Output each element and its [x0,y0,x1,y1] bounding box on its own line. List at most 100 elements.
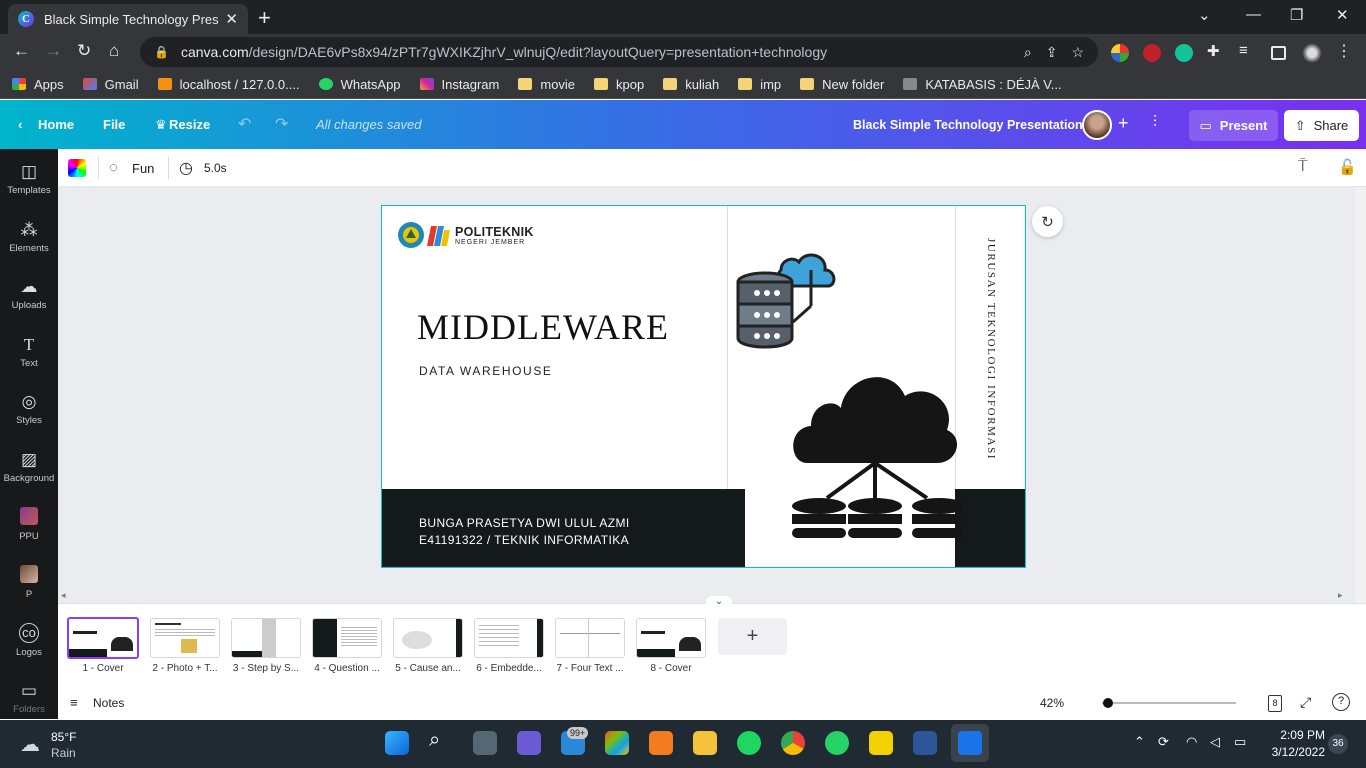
bookmark-localhost[interactable]: localhost / 127.0.0.... [157,77,300,92]
add-collaborator-button[interactable]: + [1118,113,1129,134]
rail-styles[interactable]: ◎ Styles [0,392,58,426]
animation-button[interactable]: Fun [132,161,154,176]
slide-canvas[interactable]: POLITEKNIK NEGERI JEMBER MIDDLEWARE DATA… [381,205,1026,568]
chevron-left-icon[interactable]: ‹ [18,117,22,132]
scroll-left-icon[interactable]: ◂ [61,590,66,601]
bookmark-kuliah[interactable]: kuliah [663,77,719,92]
minimize-window-icon[interactable]: — [1246,6,1261,23]
rail-uploads[interactable]: ☁ Uploads [0,277,58,311]
bookmark-movie[interactable]: movie [518,77,575,92]
rail-text[interactable]: T Text [0,335,58,369]
bookmark-star-icon[interactable]: ☆ [1071,44,1084,61]
restore-window-icon[interactable]: ❐ [1290,6,1303,24]
notification-count[interactable]: 36 [1328,734,1348,754]
search-icon[interactable]: ⌕ [429,729,453,753]
address-bar[interactable]: 🔒 canva.com/design/DAE6vPs8x94/zPTr7gWXI… [140,37,1098,67]
bookmark-katabasis[interactable]: KATABASIS : DÉJÀ V... [903,77,1062,92]
weather-temp[interactable]: 85°F [51,730,76,744]
chrome-icon[interactable] [781,731,805,755]
chrome-menu-icon[interactable]: ⋮ [1336,41,1354,60]
color-picker-icon[interactable] [68,159,86,177]
grammarly-icon[interactable] [1175,44,1193,62]
thumbnail-page-6[interactable] [474,618,544,658]
zoom-icon[interactable]: ⌕ [1024,44,1032,61]
thumbnail-page-8[interactable] [636,618,706,658]
bookmark-gmail[interactable]: Gmail [82,77,139,92]
thumbnail-page-4[interactable] [312,618,382,658]
wifi-icon[interactable]: ◠ [1186,734,1197,750]
bookmark-new-folder[interactable]: New folder [800,77,884,92]
rail-templates[interactable]: ◫ Templates [0,162,58,196]
weather-condition[interactable]: Rain [51,746,76,760]
polije-logo[interactable]: POLITEKNIK NEGERI JEMBER [397,220,534,250]
rail-folders[interactable]: ▭ Folders [0,681,58,715]
slide-title[interactable]: MIDDLEWARE [417,306,669,348]
collapse-chevron-icon[interactable]: ⌄ [706,596,732,608]
start-windows-icon[interactable] [385,731,409,755]
present-button[interactable]: ▭ Present [1189,110,1278,141]
rail-p[interactable]: P [0,565,58,600]
cloud-database-icon[interactable] [787,368,962,548]
volume-icon[interactable]: ◁ [1210,734,1220,750]
lock-element-icon[interactable]: 🔓 [1338,158,1357,176]
sync-icon[interactable]: ⟳ [1158,734,1169,750]
page-grid-button[interactable]: 8 [1268,695,1282,712]
add-page-button[interactable]: + [718,618,787,655]
resize-button[interactable]: Resize [169,117,210,132]
thumbnail-page-1[interactable] [67,617,139,659]
paint-roller-icon[interactable]: ⍑ [1298,158,1308,176]
close-tab-icon[interactable]: ✕ [225,10,238,28]
clock-time[interactable]: 2:09 PM [1265,728,1325,742]
slide-student-id[interactable]: E41191322 / TEKNIK INFORMATIKA [419,533,629,547]
clock-date[interactable]: 3/12/2022 [1265,745,1325,759]
microsoft-store-icon[interactable] [605,731,629,755]
new-tab-button[interactable]: + [258,5,271,31]
extensions-puzzle-icon[interactable]: ✚ [1207,42,1225,60]
whatsapp-desktop-icon[interactable] [825,731,849,755]
slide-author-name[interactable]: BUNGA PRASETYA DWI ULUL AZMI [419,516,630,530]
server-cloud-icon[interactable] [735,246,847,358]
user-avatar[interactable] [1082,110,1112,140]
rail-background[interactable]: ▨ Background [0,450,58,484]
notes-icon[interactable]: ≡ [70,695,78,710]
duration-button[interactable]: 5.0s [204,161,227,175]
show-hidden-icons[interactable]: ⌃ [1134,734,1145,750]
insights-chart-icon[interactable]: ⫶ [1153,114,1157,132]
teams-chat-icon[interactable] [517,731,541,755]
reload-icon[interactable]: ↻ [77,42,91,60]
zoom-slider-thumb[interactable] [1103,698,1113,708]
browser-tab[interactable]: C Black Simple Technology Presentat ✕ [8,4,248,34]
zoom-slider-track[interactable] [1102,702,1236,704]
animate-icon[interactable]: ◌ [109,159,118,176]
bookmark-apps[interactable]: Apps [12,77,64,92]
extension-1-icon[interactable] [1111,44,1129,62]
task-view-icon[interactable] [473,731,497,755]
tab-search-icon[interactable]: ⌄ [1198,6,1211,24]
document-title[interactable]: Black Simple Technology Presentation [853,118,1083,132]
rail-elements[interactable]: ⁂ Elements [0,220,58,254]
slide-vertical-department[interactable]: JURUSAN TEKNOLOGI INFORMASI [985,238,997,460]
word-icon[interactable] [913,731,937,755]
back-icon[interactable]: ← [13,42,30,60]
forward-icon[interactable]: → [45,42,62,60]
home-icon[interactable]: ⌂ [109,42,119,60]
thumbnail-page-2[interactable] [150,618,220,658]
home-button[interactable]: Home [38,117,74,132]
battery-icon[interactable]: ▭ [1234,734,1246,750]
side-panel-icon[interactable] [1271,46,1286,60]
extension-2-icon[interactable] [1143,44,1161,62]
player-app-icon[interactable] [869,731,893,755]
profile-avatar[interactable] [1302,43,1322,63]
bookmark-imp[interactable]: imp [738,77,781,92]
rail-logos[interactable]: co Logos [0,623,58,658]
help-icon[interactable]: ? [1332,693,1350,711]
xampp-icon[interactable] [649,731,673,755]
refresh-design-icon[interactable]: ↻ [1032,206,1063,237]
thumbnail-page-5[interactable] [393,618,463,658]
file-explorer-icon[interactable] [693,731,717,755]
close-window-icon[interactable]: ✕ [1336,6,1349,24]
spotify-icon[interactable] [737,731,761,755]
thumbnail-page-7[interactable] [555,618,625,658]
slide-subtitle[interactable]: DATA WAREHOUSE [419,364,553,378]
file-menu-button[interactable]: File [103,117,125,132]
